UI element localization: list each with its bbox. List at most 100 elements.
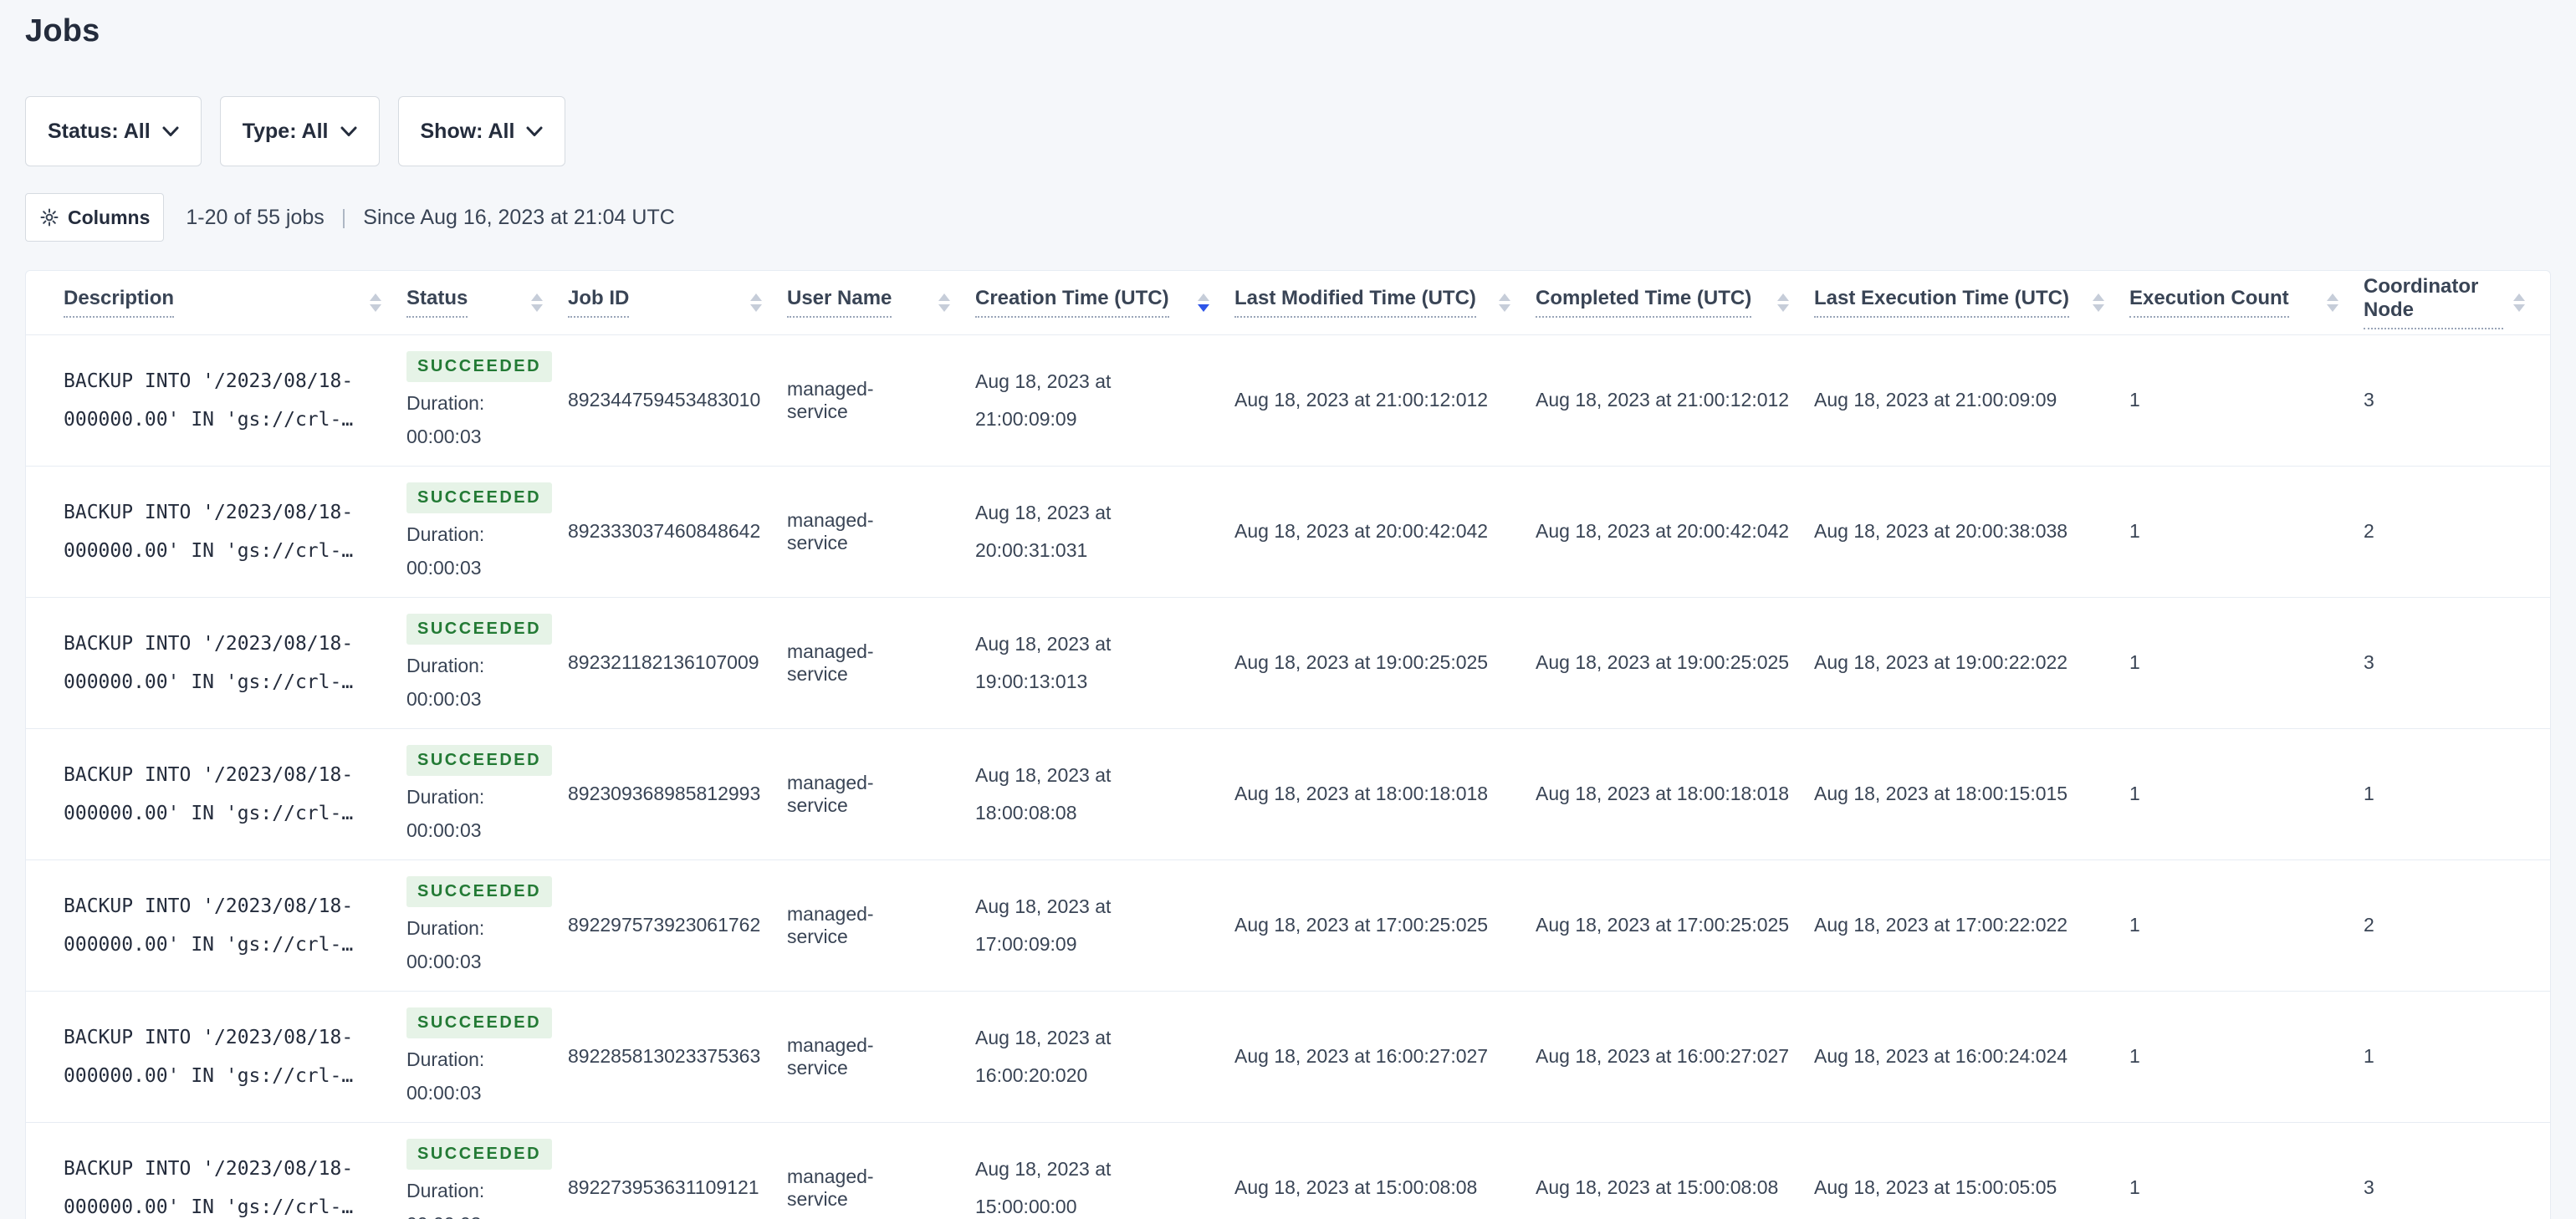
type-filter-dropdown[interactable]: Type: All bbox=[219, 96, 380, 166]
coordinator-node-cell: 1 bbox=[2364, 1045, 2374, 1067]
job-id-cell: 892333037460848642 bbox=[568, 520, 761, 542]
last-modified-time-cell: Aug 18, 2023 at 17:00:25:025 bbox=[1234, 914, 1489, 936]
user-name-cell: managed-service bbox=[787, 902, 874, 947]
user-name-cell: managed-service bbox=[787, 771, 874, 816]
table-row[interactable]: BACKUP INTO '/2023/08/18-000000.00' IN '… bbox=[26, 466, 2550, 597]
column-header-description[interactable]: Description bbox=[26, 271, 406, 335]
jobs-page: Jobs Status: All Type: All Show: All Col… bbox=[0, 0, 2576, 1219]
results-divider: | bbox=[340, 205, 347, 229]
last-execution-time-cell: Aug 18, 2023 at 20:00:38:038 bbox=[1814, 520, 2068, 542]
creation-time-cell: Aug 18, 2023 at 18:00:08:08 bbox=[975, 763, 1112, 824]
table-row[interactable]: BACKUP INTO '/2023/08/18-000000.00' IN '… bbox=[26, 991, 2550, 1122]
execution-count-cell: 1 bbox=[2129, 651, 2140, 673]
job-description-link[interactable]: BACKUP INTO '/2023/08/18-000000.00' IN '… bbox=[64, 1150, 353, 1219]
column-header-execution-count[interactable]: Execution Count bbox=[2129, 271, 2364, 335]
sort-icon-active-desc bbox=[1198, 293, 1209, 312]
coordinator-node-cell: 1 bbox=[2364, 783, 2374, 804]
duration-value: 00:00:03 bbox=[406, 819, 482, 841]
status-badge: SUCCEEDED bbox=[406, 876, 553, 907]
column-header-user-name[interactable]: User Name bbox=[787, 271, 975, 335]
last-execution-time-cell: Aug 18, 2023 at 16:00:24:024 bbox=[1814, 1045, 2068, 1067]
job-description-link[interactable]: BACKUP INTO '/2023/08/18-000000.00' IN '… bbox=[64, 1018, 353, 1095]
job-id-cell: 892285813023375363 bbox=[568, 1045, 761, 1067]
sort-icon bbox=[370, 293, 381, 312]
column-header-coordinator-node[interactable]: Coordinator Node bbox=[2364, 271, 2550, 335]
sort-icon bbox=[531, 293, 543, 312]
completed-time-cell: Aug 18, 2023 at 15:00:08:08 bbox=[1536, 1176, 1779, 1198]
sort-icon bbox=[2513, 293, 2525, 312]
status-badge: SUCCEEDED bbox=[406, 1139, 553, 1170]
table-body: BACKUP INTO '/2023/08/18-000000.00' IN '… bbox=[26, 334, 2550, 1219]
filter-bar: Status: All Type: All Show: All bbox=[25, 96, 2551, 166]
status-badge: SUCCEEDED bbox=[406, 482, 553, 513]
last-modified-time-cell: Aug 18, 2023 at 20:00:42:042 bbox=[1234, 520, 1489, 542]
duration-value: 00:00:03 bbox=[406, 557, 482, 579]
table-row[interactable]: BACKUP INTO '/2023/08/18-000000.00' IN '… bbox=[26, 859, 2550, 991]
completed-time-cell: Aug 18, 2023 at 19:00:25:025 bbox=[1536, 651, 1790, 673]
job-description-link[interactable]: BACKUP INTO '/2023/08/18-000000.00' IN '… bbox=[64, 887, 353, 964]
columns-button-label: Columns bbox=[68, 206, 151, 228]
user-name-cell: managed-service bbox=[787, 1033, 874, 1079]
status-badge: SUCCEEDED bbox=[406, 745, 553, 776]
last-execution-time-cell: Aug 18, 2023 at 21:00:09:09 bbox=[1814, 389, 2057, 411]
job-description-link[interactable]: BACKUP INTO '/2023/08/18-000000.00' IN '… bbox=[64, 756, 353, 833]
show-filter-dropdown[interactable]: Show: All bbox=[397, 96, 566, 166]
duration-label: Duration: bbox=[406, 1048, 485, 1070]
duration-value: 00:00:03 bbox=[406, 951, 482, 972]
status-badge: SUCCEEDED bbox=[406, 614, 553, 645]
coordinator-node-cell: 2 bbox=[2364, 520, 2374, 542]
page-title: Jobs bbox=[25, 13, 100, 48]
jobs-table-card: Description Status Job ID User Name Crea… bbox=[25, 270, 2551, 1219]
column-header-creation-time[interactable]: Creation Time (UTC) bbox=[975, 271, 1234, 335]
duration-label: Duration: bbox=[406, 1180, 485, 1201]
chevron-down-icon bbox=[162, 126, 179, 136]
job-id-cell: 892273953631109121 bbox=[568, 1176, 759, 1198]
column-header-last-execution-time[interactable]: Last Execution Time (UTC) bbox=[1814, 271, 2129, 335]
table-row[interactable]: BACKUP INTO '/2023/08/18-000000.00' IN '… bbox=[26, 1122, 2550, 1219]
status-filter-label: Status: All bbox=[48, 119, 151, 143]
status-filter-dropdown[interactable]: Status: All bbox=[25, 96, 202, 166]
job-description-link[interactable]: BACKUP INTO '/2023/08/18-000000.00' IN '… bbox=[64, 362, 353, 439]
table-row[interactable]: BACKUP INTO '/2023/08/18-000000.00' IN '… bbox=[26, 728, 2550, 859]
last-execution-time-cell: Aug 18, 2023 at 19:00:22:022 bbox=[1814, 651, 2068, 673]
job-description-link[interactable]: BACKUP INTO '/2023/08/18-000000.00' IN '… bbox=[64, 625, 353, 701]
columns-button[interactable]: Columns bbox=[25, 193, 165, 242]
sort-icon bbox=[938, 293, 950, 312]
creation-time-cell: Aug 18, 2023 at 15:00:00:00 bbox=[975, 1157, 1112, 1217]
column-header-status[interactable]: Status bbox=[406, 271, 568, 335]
sort-icon bbox=[1777, 293, 1789, 312]
execution-count-cell: 1 bbox=[2129, 914, 2140, 936]
coordinator-node-cell: 3 bbox=[2364, 1176, 2374, 1198]
results-since: Since Aug 16, 2023 at 21:04 UTC bbox=[363, 205, 675, 229]
last-modified-time-cell: Aug 18, 2023 at 19:00:25:025 bbox=[1234, 651, 1489, 673]
execution-count-cell: 1 bbox=[2129, 1045, 2140, 1067]
completed-time-cell: Aug 18, 2023 at 16:00:27:027 bbox=[1536, 1045, 1790, 1067]
status-badge: SUCCEEDED bbox=[406, 1007, 553, 1038]
sort-icon bbox=[750, 293, 762, 312]
last-execution-time-cell: Aug 18, 2023 at 17:00:22:022 bbox=[1814, 914, 2068, 936]
jobs-table: Description Status Job ID User Name Crea… bbox=[26, 271, 2550, 1219]
column-header-last-modified-time[interactable]: Last Modified Time (UTC) bbox=[1234, 271, 1536, 335]
job-description-link[interactable]: BACKUP INTO '/2023/08/18-000000.00' IN '… bbox=[64, 493, 353, 570]
table-row[interactable]: BACKUP INTO '/2023/08/18-000000.00' IN '… bbox=[26, 597, 2550, 728]
last-execution-time-cell: Aug 18, 2023 at 18:00:15:015 bbox=[1814, 783, 2068, 804]
chevron-down-icon bbox=[526, 126, 543, 136]
show-filter-label: Show: All bbox=[420, 119, 515, 143]
duration-label: Duration: bbox=[406, 523, 485, 545]
execution-count-cell: 1 bbox=[2129, 1176, 2140, 1198]
duration-value: 00:00:03 bbox=[406, 426, 482, 447]
chevron-down-icon bbox=[340, 126, 356, 136]
last-modified-time-cell: Aug 18, 2023 at 16:00:27:027 bbox=[1234, 1045, 1489, 1067]
user-name-cell: managed-service bbox=[787, 508, 874, 553]
job-id-cell: 892344759453483010 bbox=[568, 389, 761, 411]
completed-time-cell: Aug 18, 2023 at 20:00:42:042 bbox=[1536, 520, 1790, 542]
sort-icon bbox=[2327, 293, 2338, 312]
table-row[interactable]: BACKUP INTO '/2023/08/18-000000.00' IN '… bbox=[26, 334, 2550, 466]
duration-label: Duration: bbox=[406, 655, 485, 676]
duration-value: 00:00:03 bbox=[406, 1211, 482, 1219]
completed-time-cell: Aug 18, 2023 at 18:00:18:018 bbox=[1536, 783, 1790, 804]
user-name-cell: managed-service bbox=[787, 1165, 874, 1210]
column-header-job-id[interactable]: Job ID bbox=[568, 271, 787, 335]
creation-time-cell: Aug 18, 2023 at 21:00:09:09 bbox=[975, 370, 1112, 430]
column-header-completed-time[interactable]: Completed Time (UTC) bbox=[1536, 271, 1814, 335]
